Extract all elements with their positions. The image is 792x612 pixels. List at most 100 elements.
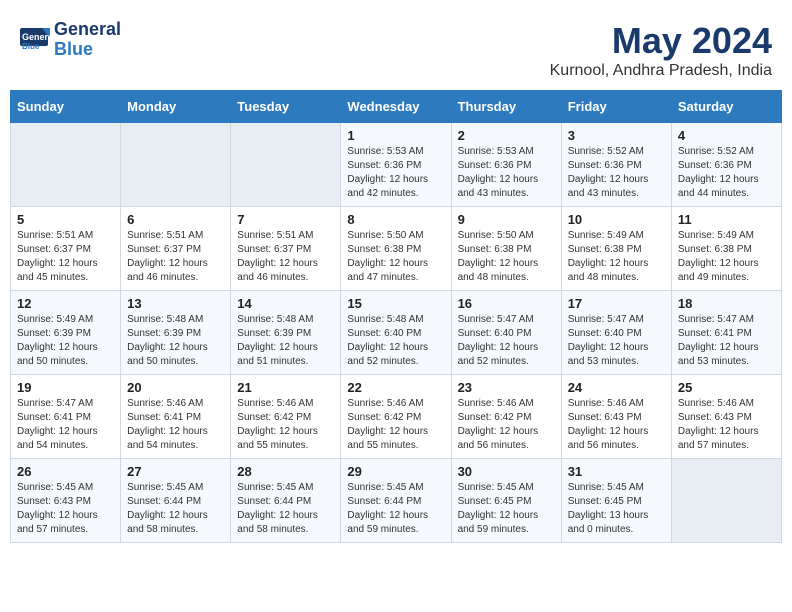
day-content: Sunrise: 5:46 AM Sunset: 6:43 PM Dayligh…	[678, 397, 775, 453]
calendar-cell: 24 Sunrise: 5:46 AM Sunset: 6:43 PM Dayli…	[561, 375, 671, 459]
column-header-saturday: Saturday	[671, 91, 781, 123]
day-number: 28	[237, 464, 334, 479]
calendar-cell: 12 Sunrise: 5:49 AM Sunset: 6:39 PM Dayli…	[11, 291, 121, 375]
calendar-week-row: 19 Sunrise: 5:47 AM Sunset: 6:41 PM Dayli…	[11, 375, 782, 459]
calendar-cell	[11, 123, 121, 207]
calendar-cell: 20 Sunrise: 5:46 AM Sunset: 6:41 PM Dayli…	[121, 375, 231, 459]
day-number: 10	[568, 212, 665, 227]
day-content: Sunrise: 5:52 AM Sunset: 6:36 PM Dayligh…	[678, 145, 775, 201]
column-header-sunday: Sunday	[11, 91, 121, 123]
day-number: 24	[568, 380, 665, 395]
calendar-cell: 5 Sunrise: 5:51 AM Sunset: 6:37 PM Daylig…	[11, 207, 121, 291]
title-block: May 2024 Kurnool, Andhra Pradesh, India	[550, 20, 772, 80]
day-content: Sunrise: 5:49 AM Sunset: 6:39 PM Dayligh…	[17, 313, 114, 369]
day-content: Sunrise: 5:47 AM Sunset: 6:41 PM Dayligh…	[678, 313, 775, 369]
day-number: 19	[17, 380, 114, 395]
calendar-cell: 15Sunrise: 5:48 AM Sunset: 6:40 PM Dayli…	[341, 291, 451, 375]
day-content: Sunrise: 5:45 AM Sunset: 6:44 PM Dayligh…	[127, 481, 224, 537]
day-content: Sunrise: 5:46 AM Sunset: 6:42 PM Dayligh…	[458, 397, 555, 453]
day-number: 31	[568, 464, 665, 479]
day-content: Sunrise: 5:51 AM Sunset: 6:37 PM Dayligh…	[17, 229, 114, 285]
day-number: 23	[458, 380, 555, 395]
day-number: 18	[678, 296, 775, 311]
page-header: General Blue GeneralBlue May 2024 Kurnoo…	[10, 10, 782, 85]
day-number: 20	[127, 380, 224, 395]
column-header-monday: Monday	[121, 91, 231, 123]
day-content: Sunrise: 5:49 AM Sunset: 6:38 PM Dayligh…	[568, 229, 665, 285]
calendar-cell: 3Sunrise: 5:52 AM Sunset: 6:36 PM Daylig…	[561, 123, 671, 207]
day-content: Sunrise: 5:45 AM Sunset: 6:45 PM Dayligh…	[458, 481, 555, 537]
calendar-cell: 6 Sunrise: 5:51 AM Sunset: 6:37 PM Daylig…	[121, 207, 231, 291]
calendar-week-row: 26 Sunrise: 5:45 AM Sunset: 6:43 PM Dayli…	[11, 459, 782, 543]
day-content: Sunrise: 5:47 AM Sunset: 6:41 PM Dayligh…	[17, 397, 114, 453]
subtitle: Kurnool, Andhra Pradesh, India	[550, 62, 772, 80]
day-number: 11	[678, 212, 775, 227]
day-content: Sunrise: 5:51 AM Sunset: 6:37 PM Dayligh…	[127, 229, 224, 285]
day-content: Sunrise: 5:49 AM Sunset: 6:38 PM Dayligh…	[678, 229, 775, 285]
calendar-cell: 9Sunrise: 5:50 AM Sunset: 6:38 PM Daylig…	[451, 207, 561, 291]
day-number: 13	[127, 296, 224, 311]
day-number: 8	[347, 212, 444, 227]
day-content: Sunrise: 5:45 AM Sunset: 6:43 PM Dayligh…	[17, 481, 114, 537]
day-content: Sunrise: 5:46 AM Sunset: 6:43 PM Dayligh…	[568, 397, 665, 453]
day-content: Sunrise: 5:48 AM Sunset: 6:40 PM Dayligh…	[347, 313, 444, 369]
calendar-cell: 23 Sunrise: 5:46 AM Sunset: 6:42 PM Dayli…	[451, 375, 561, 459]
calendar-cell: 31Sunrise: 5:45 AM Sunset: 6:45 PM Dayli…	[561, 459, 671, 543]
calendar-cell: 17Sunrise: 5:47 AM Sunset: 6:40 PM Dayli…	[561, 291, 671, 375]
calendar-cell: 16Sunrise: 5:47 AM Sunset: 6:40 PM Dayli…	[451, 291, 561, 375]
calendar-cell: 7 Sunrise: 5:51 AM Sunset: 6:37 PM Daylig…	[231, 207, 341, 291]
day-content: Sunrise: 5:47 AM Sunset: 6:40 PM Dayligh…	[458, 313, 555, 369]
calendar-cell: 13Sunrise: 5:48 AM Sunset: 6:39 PM Dayli…	[121, 291, 231, 375]
calendar-cell: 30 Sunrise: 5:45 AM Sunset: 6:45 PM Dayli…	[451, 459, 561, 543]
calendar-cell: 27 Sunrise: 5:45 AM Sunset: 6:44 PM Dayli…	[121, 459, 231, 543]
calendar-table: SundayMondayTuesdayWednesdayThursdayFrid…	[10, 90, 782, 543]
day-content: Sunrise: 5:50 AM Sunset: 6:38 PM Dayligh…	[347, 229, 444, 285]
calendar-cell: 29 Sunrise: 5:45 AM Sunset: 6:44 PM Dayli…	[341, 459, 451, 543]
day-number: 26	[17, 464, 114, 479]
column-header-tuesday: Tuesday	[231, 91, 341, 123]
day-content: Sunrise: 5:53 AM Sunset: 6:36 PM Dayligh…	[458, 145, 555, 201]
calendar-cell: 8 Sunrise: 5:50 AM Sunset: 6:38 PM Daylig…	[341, 207, 451, 291]
day-content: Sunrise: 5:47 AM Sunset: 6:40 PM Dayligh…	[568, 313, 665, 369]
day-number: 6	[127, 212, 224, 227]
column-header-wednesday: Wednesday	[341, 91, 451, 123]
calendar-cell: 11 Sunrise: 5:49 AM Sunset: 6:38 PM Dayli…	[671, 207, 781, 291]
calendar-cell: 26 Sunrise: 5:45 AM Sunset: 6:43 PM Dayli…	[11, 459, 121, 543]
day-number: 30	[458, 464, 555, 479]
calendar-cell: 25Sunrise: 5:46 AM Sunset: 6:43 PM Dayli…	[671, 375, 781, 459]
day-number: 27	[127, 464, 224, 479]
calendar-cell: 10 Sunrise: 5:49 AM Sunset: 6:38 PM Dayli…	[561, 207, 671, 291]
calendar-cell: 1Sunrise: 5:53 AM Sunset: 6:36 PM Daylig…	[341, 123, 451, 207]
calendar-cell	[671, 459, 781, 543]
day-number: 21	[237, 380, 334, 395]
logo-text: GeneralBlue	[54, 20, 121, 60]
day-number: 12	[17, 296, 114, 311]
day-number: 7	[237, 212, 334, 227]
calendar-cell: 18 Sunrise: 5:47 AM Sunset: 6:41 PM Dayli…	[671, 291, 781, 375]
calendar-cell: 28 Sunrise: 5:45 AM Sunset: 6:44 PM Dayli…	[231, 459, 341, 543]
day-number: 14	[237, 296, 334, 311]
day-content: Sunrise: 5:53 AM Sunset: 6:36 PM Dayligh…	[347, 145, 444, 201]
day-number: 5	[17, 212, 114, 227]
day-number: 29	[347, 464, 444, 479]
calendar-cell: 19 Sunrise: 5:47 AM Sunset: 6:41 PM Dayli…	[11, 375, 121, 459]
day-content: Sunrise: 5:45 AM Sunset: 6:44 PM Dayligh…	[237, 481, 334, 537]
column-header-thursday: Thursday	[451, 91, 561, 123]
calendar-cell: 2Sunrise: 5:53 AM Sunset: 6:36 PM Daylig…	[451, 123, 561, 207]
day-number: 3	[568, 128, 665, 143]
calendar-week-row: 1Sunrise: 5:53 AM Sunset: 6:36 PM Daylig…	[11, 123, 782, 207]
day-number: 22	[347, 380, 444, 395]
day-content: Sunrise: 5:46 AM Sunset: 6:41 PM Dayligh…	[127, 397, 224, 453]
calendar-week-row: 5 Sunrise: 5:51 AM Sunset: 6:37 PM Daylig…	[11, 207, 782, 291]
day-number: 9	[458, 212, 555, 227]
calendar-cell	[231, 123, 341, 207]
logo: General Blue GeneralBlue	[20, 20, 121, 60]
calendar-cell: 21Sunrise: 5:46 AM Sunset: 6:42 PM Dayli…	[231, 375, 341, 459]
day-content: Sunrise: 5:51 AM Sunset: 6:37 PM Dayligh…	[237, 229, 334, 285]
main-title: May 2024	[550, 20, 772, 62]
day-number: 4	[678, 128, 775, 143]
svg-text:General: General	[22, 32, 50, 42]
column-header-friday: Friday	[561, 91, 671, 123]
day-content: Sunrise: 5:45 AM Sunset: 6:44 PM Dayligh…	[347, 481, 444, 537]
calendar-cell: 14Sunrise: 5:48 AM Sunset: 6:39 PM Dayli…	[231, 291, 341, 375]
